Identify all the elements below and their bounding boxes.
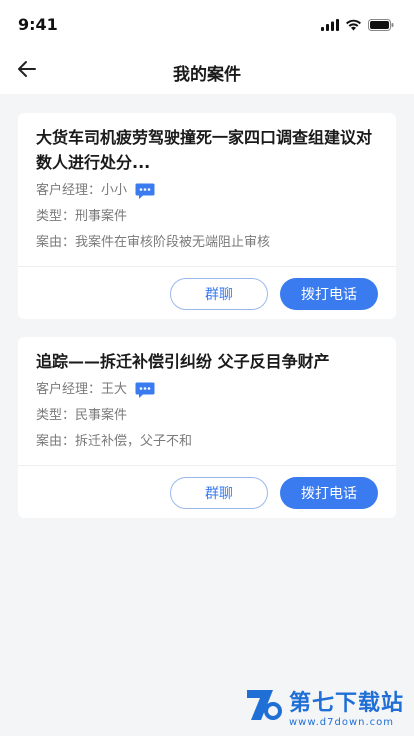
type-label: 类型： (36, 209, 76, 224)
site-watermark: 第七下载站 www.d7down.com (243, 684, 404, 728)
case-reason: 拆迁补偿，父子不和 (75, 434, 193, 449)
case-reason: 我案件在审核阶段被无端阻止审核 (75, 235, 271, 250)
battery-icon (368, 16, 394, 35)
chat-bubble-icon[interactable] (135, 382, 155, 399)
watermark-brand: 第七下载站 (288, 690, 404, 716)
manager-name: 王大 (101, 382, 128, 397)
manager-label: 客户经理： (36, 382, 102, 397)
case-type: 民事案件 (75, 408, 128, 423)
group-chat-button[interactable]: 群聊 (170, 278, 268, 310)
chat-bubble-icon[interactable] (135, 183, 155, 200)
call-button[interactable]: 拨打电话 (280, 278, 378, 310)
status-time: 9:41 (18, 15, 58, 34)
card-actions: 群聊 拨打电话 (18, 267, 396, 319)
manager-row: 客户经理： 王大 (36, 377, 378, 403)
type-row: 类型： 刑事案件 (36, 204, 378, 230)
type-row: 类型： 民事案件 (36, 403, 378, 429)
manager-label: 客户经理： (36, 183, 102, 198)
watermark-url: www.d7down.com (288, 716, 395, 728)
manager-name: 小小 (101, 183, 128, 198)
reason-row: 案由： 拆迁补偿，父子不和 (36, 429, 378, 455)
card-actions: 群聊 拨打电话 (18, 466, 396, 518)
status-bar: 9:41 (0, 0, 414, 48)
nav-bar: 我的案件 (0, 48, 414, 94)
status-icons (321, 16, 394, 35)
signal-icon (321, 16, 339, 35)
case-title: 追踪——拆迁补偿引纠纷 父子反目争财产 (36, 352, 330, 371)
case-type: 刑事案件 (75, 209, 128, 224)
group-chat-button[interactable]: 群聊 (170, 477, 268, 509)
reason-label: 案由： (36, 235, 76, 250)
manager-row: 客户经理： 小小 (36, 178, 378, 204)
reason-label: 案由： (36, 434, 76, 449)
wifi-icon (345, 16, 362, 35)
case-card[interactable]: 大货车司机疲劳驾驶撞死一家四口调查组建议对数人进行处分... 客户经理： 小小 … (18, 113, 396, 319)
case-title: 大货车司机疲劳驾驶撞死一家四口调查组建议对数人进行处分... (36, 128, 373, 172)
reason-row: 案由： 我案件在审核阶段被无端阻止审核 (36, 230, 378, 256)
site-logo-icon (243, 684, 283, 728)
page-title: 我的案件 (173, 65, 241, 85)
call-button[interactable]: 拨打电话 (280, 477, 378, 509)
type-label: 类型： (36, 408, 76, 423)
case-card[interactable]: 追踪——拆迁补偿引纠纷 父子反目争财产 客户经理： 王大 类型： 民事案件 案由… (18, 337, 396, 518)
